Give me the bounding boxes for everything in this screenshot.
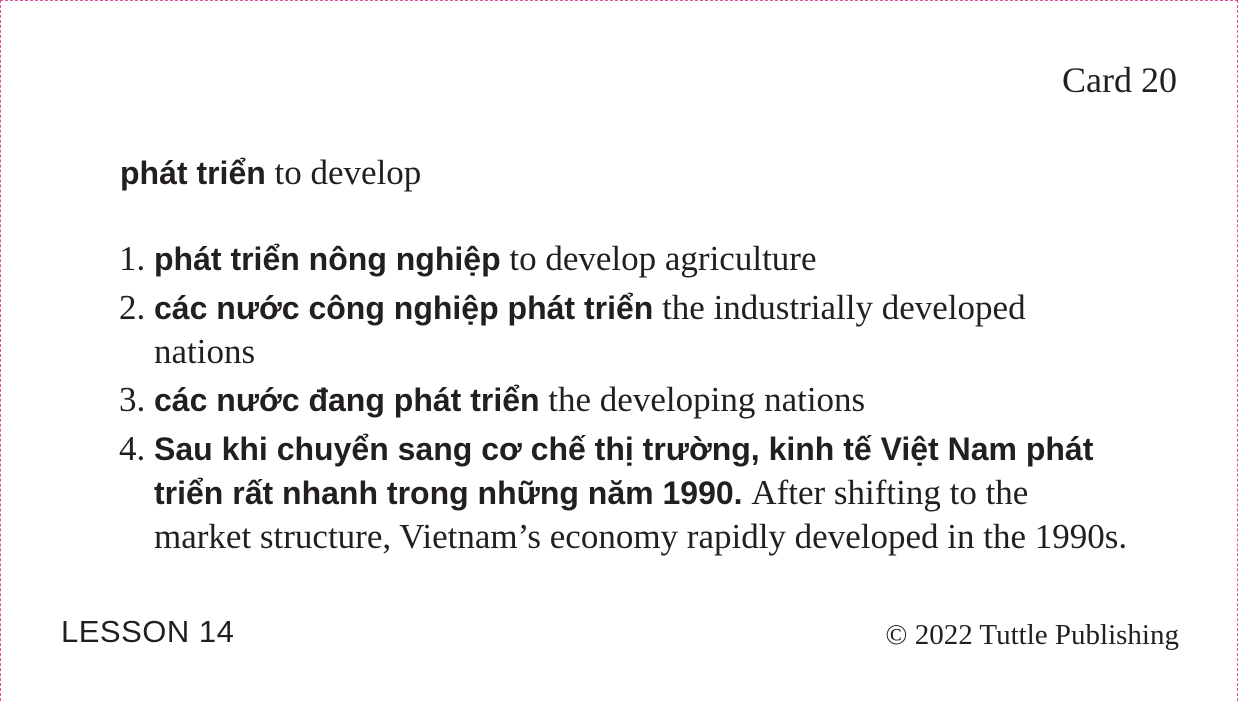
example-english: the developing nations [548, 380, 866, 419]
example-item: 3. các nước đang phát triển the developi… [119, 378, 1129, 422]
example-item: 4. Sau khi chuyển sang cơ chế thị trường… [119, 427, 1129, 558]
example-item: 1. phát triển nông nghiệp to develop agr… [119, 237, 1129, 281]
example-vietnamese: các nước công nghiệp phát triển [154, 290, 654, 326]
headword-english: to develop [274, 153, 422, 192]
flashcard: Card 20 phát triển to develop 1. phát tr… [0, 0, 1238, 701]
example-english: to develop agriculture [509, 239, 817, 278]
example-list: 1. phát triển nông nghiệp to develop agr… [119, 237, 1129, 563]
example-vietnamese: phát triển nông nghiệp [154, 241, 501, 277]
example-number: 4. [119, 429, 146, 468]
example-text: phát triển nông nghiệp to develop agricu… [154, 237, 1129, 281]
example-text: Sau khi chuyển sang cơ chế thị trường, k… [154, 427, 1129, 558]
example-number: 3. [119, 380, 146, 419]
example-number: 1. [119, 239, 146, 278]
card-number: Card 20 [1062, 60, 1177, 100]
example-text: các nước đang phát triển the developing … [154, 378, 1129, 422]
copyright-notice: © 2022 Tuttle Publishing [885, 619, 1179, 651]
headword-vietnamese: phát triển [120, 155, 266, 191]
headword-line: phát triển to develop [120, 153, 421, 193]
example-vietnamese: các nước đang phát triển [154, 382, 540, 418]
lesson-label: LESSON 14 [61, 614, 235, 649]
example-number: 2. [119, 288, 146, 327]
example-item: 2. các nước công nghiệp phát triển the i… [119, 286, 1129, 373]
example-text: các nước công nghiệp phát triển the indu… [154, 286, 1129, 373]
